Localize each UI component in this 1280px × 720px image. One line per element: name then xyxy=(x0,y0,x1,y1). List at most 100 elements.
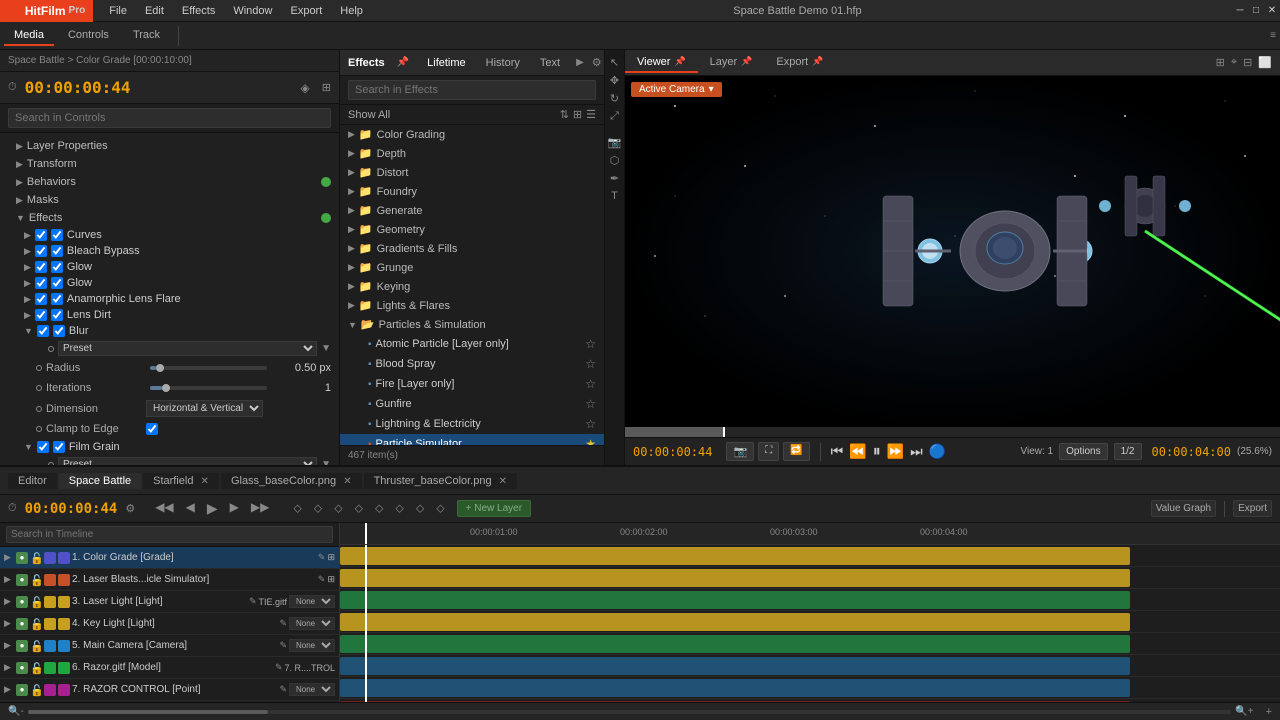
blur-radius-keyframe-dot[interactable] xyxy=(36,365,42,371)
effect-expand-anamorphic[interactable]: ▶ xyxy=(24,294,31,305)
viewer-btn-fullscreen[interactable]: ⛶ xyxy=(758,442,779,461)
effect-expand-curves[interactable]: ▶ xyxy=(24,230,31,241)
track-1-lock[interactable]: 🔓 xyxy=(30,552,42,564)
skip-end-button[interactable]: ⏭ xyxy=(910,443,923,460)
track-1-arrow[interactable]: ▶ xyxy=(4,552,14,563)
track-4-fx[interactable]: ✎ xyxy=(279,618,287,629)
track-row-5[interactable]: ▶ ● 🔓 5. Main Camera [Camera] ✎ None xyxy=(0,635,339,657)
effect-bleach-enable2[interactable] xyxy=(51,245,63,257)
minimize-button[interactable]: ─ xyxy=(1232,0,1248,22)
track-4-arrow[interactable]: ▶ xyxy=(4,618,14,629)
blur-dim-select[interactable]: Horizontal & Vertical xyxy=(146,400,263,417)
track-2-solo[interactable] xyxy=(44,574,56,586)
tl-settings-icon[interactable]: ⚙ xyxy=(125,502,135,515)
menu-effects[interactable]: Effects xyxy=(174,3,223,19)
tool-move[interactable]: ✥ xyxy=(607,72,623,88)
track-3-arrow[interactable]: ▶ xyxy=(4,596,14,607)
new-layer-button[interactable]: + New Layer xyxy=(457,500,531,517)
effect-lens-enable[interactable] xyxy=(35,309,47,321)
effect-psim-star[interactable]: ★ xyxy=(585,437,596,445)
clip-6-bar[interactable] xyxy=(340,657,1130,675)
effect-lens-enable2[interactable] xyxy=(51,309,63,321)
blur-iter-dot[interactable] xyxy=(36,385,42,391)
track-5-vis[interactable]: ● xyxy=(16,640,28,652)
tl-play-btn[interactable]: ▶ xyxy=(203,498,222,519)
track-1-vis[interactable]: ● xyxy=(16,552,28,564)
effect-fg-enable[interactable] xyxy=(37,441,49,453)
clip-3-bar[interactable] xyxy=(340,591,1130,609)
effect-lightning-star[interactable]: ☆ xyxy=(585,417,596,431)
effect-glow1-enable[interactable] xyxy=(35,261,47,273)
maximize-button[interactable]: □ xyxy=(1248,0,1264,22)
cat-generate[interactable]: ▶ 📁 Generate xyxy=(340,201,604,220)
clip-1-bar[interactable] xyxy=(340,547,1130,565)
cat-color-grading[interactable]: ▶ 📁 Color Grading xyxy=(340,125,604,144)
effect-fg-enable2[interactable] xyxy=(53,441,65,453)
cat-distort[interactable]: ▶ 📁 Distort xyxy=(340,163,604,182)
cat-gradients[interactable]: ▶ 📁 Gradients & Fills xyxy=(340,239,604,258)
tab-track[interactable]: Track xyxy=(123,26,170,46)
layer-properties-header[interactable]: ▶ Layer Properties xyxy=(0,137,339,155)
effect-blood-star[interactable]: ☆ xyxy=(585,357,596,371)
tl-mark-in[interactable]: ⬦ xyxy=(289,499,305,518)
viewer-tab-export[interactable]: Export 📌 xyxy=(764,53,835,73)
track-row-6[interactable]: ▶ ● 🔓 6. Razor.gitf [Model] ✎ 7. R....TR… xyxy=(0,657,339,679)
tl-zoom-in-btn[interactable]: 🔍+ xyxy=(1235,706,1253,717)
effect-gunfire-star[interactable]: ☆ xyxy=(585,397,596,411)
menu-file[interactable]: File xyxy=(101,3,135,19)
tl-zoom-slider[interactable] xyxy=(28,710,1231,714)
track-4-lock[interactable]: 🔓 xyxy=(30,618,42,630)
effect-blood-spray[interactable]: ▪ Blood Spray ☆ xyxy=(340,354,604,374)
close-button[interactable]: ✕ xyxy=(1264,0,1280,22)
timecode-keyframe-btn[interactable]: ◈ xyxy=(301,81,310,95)
track-7-vis[interactable]: ● xyxy=(16,684,28,696)
track-row-2[interactable]: ▶ ● 🔓 2. Laser Blasts...icle Simulator] … xyxy=(0,569,339,591)
track-3-lock[interactable]: 🔓 xyxy=(30,596,42,608)
cat-foundry[interactable]: ▶ 📁 Foundry xyxy=(340,182,604,201)
track-4-vis[interactable]: ● xyxy=(16,618,28,630)
effect-glow2-enable2[interactable] xyxy=(51,277,63,289)
tl-search-input[interactable] xyxy=(6,526,333,543)
cat-particles[interactable]: ▼ 📂 Particles & Simulation xyxy=(340,315,604,334)
active-camera-badge[interactable]: Active Camera xyxy=(631,82,722,97)
timecode-options-btn[interactable]: ⊞ xyxy=(322,81,331,94)
blur-iter-slider[interactable] xyxy=(150,386,267,390)
effect-glow1-enable2[interactable] xyxy=(51,261,63,273)
effect-lightning[interactable]: ▪ Lightning & Electricity ☆ xyxy=(340,414,604,434)
blur-preset-expand[interactable]: ▼ xyxy=(321,343,331,354)
track-6-fx[interactable]: ✎ xyxy=(275,662,283,673)
effects-more-icon[interactable]: ▶ xyxy=(576,57,584,68)
viewer-tab-viewer[interactable]: Viewer 📌 xyxy=(625,53,698,73)
blur-clamp-dot[interactable] xyxy=(36,426,42,432)
tl-add-marker-btn[interactable]: + xyxy=(1266,706,1272,718)
transform-header[interactable]: ▶ Transform xyxy=(0,155,339,173)
tl-mark-out[interactable]: ⬦ xyxy=(310,499,326,518)
tl-next-btn[interactable]: ▶▶ xyxy=(247,498,273,519)
prev-frame-button[interactable]: ⏪ xyxy=(849,443,866,460)
blur-clamp-checkbox[interactable] xyxy=(146,423,158,435)
track-7-solo[interactable] xyxy=(44,684,56,696)
blur-iter-handle[interactable] xyxy=(162,384,170,392)
effect-fire-star[interactable]: ☆ xyxy=(585,377,596,391)
clip-8-bar[interactable] xyxy=(340,701,1130,702)
tl-mark4[interactable]: ⬦ xyxy=(351,499,367,518)
track-5-fx[interactable]: ✎ xyxy=(279,640,287,651)
effect-fire[interactable]: ▪ Fire [Layer only] ☆ xyxy=(340,374,604,394)
behaviors-header[interactable]: ▶ Behaviors xyxy=(0,173,339,191)
menu-export[interactable]: Export xyxy=(282,3,330,19)
viewer-tab-layer[interactable]: Layer 📌 xyxy=(698,53,765,73)
effects-header[interactable]: ▼ Effects xyxy=(0,209,339,227)
track-2-fx[interactable]: ✎ xyxy=(318,574,326,585)
track-2-lock[interactable]: 🔓 xyxy=(30,574,42,586)
viewer-transform-icon[interactable]: ⌖ xyxy=(1231,56,1237,69)
skip-start-button[interactable]: ⏮ xyxy=(831,443,844,460)
effect-expand-glow1[interactable]: ▶ xyxy=(24,262,31,273)
effect-curves-enable[interactable] xyxy=(35,229,47,241)
tool-rotate[interactable]: ↻ xyxy=(607,90,623,106)
effect-expand-fg[interactable]: ▼ xyxy=(24,442,33,452)
viewer-zoom-btn[interactable]: 1/2 xyxy=(1114,443,1142,460)
viewer-btn-snapshot[interactable]: 📷 xyxy=(726,442,754,461)
blur-dim-dot[interactable] xyxy=(36,406,42,412)
tool-text[interactable]: T xyxy=(607,188,623,204)
effect-expand-blur[interactable]: ▼ xyxy=(24,326,33,336)
